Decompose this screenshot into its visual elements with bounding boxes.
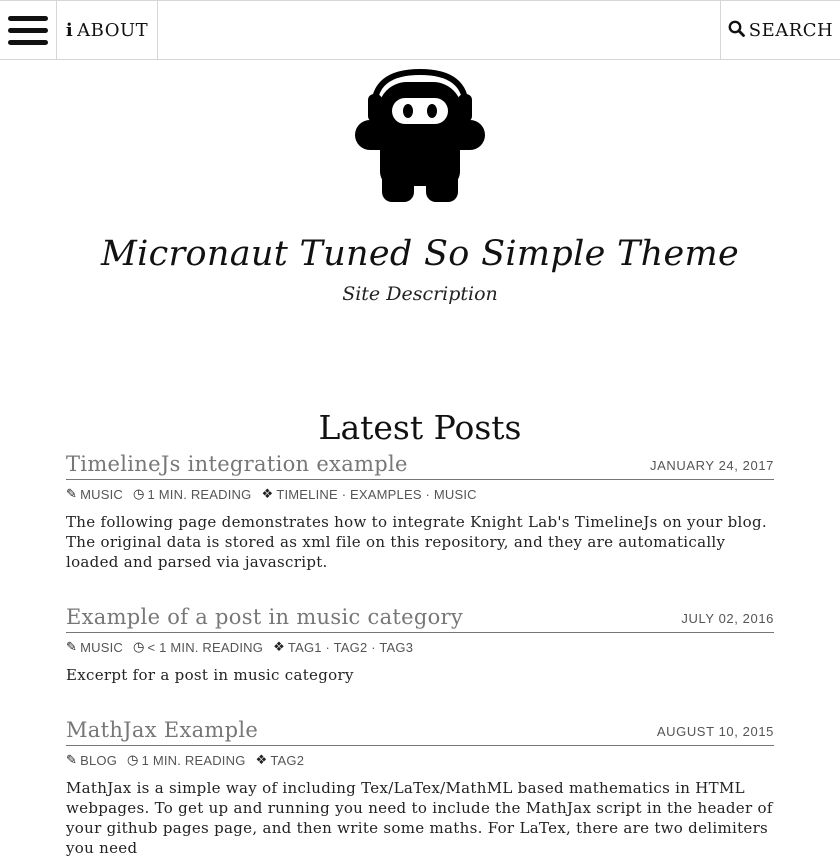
- clock-icon: ◷: [132, 639, 145, 654]
- search-link[interactable]: SEARCH: [720, 1, 840, 60]
- post-excerpt: The following page demonstrates how to i…: [66, 513, 767, 571]
- post-category-link[interactable]: BLOG: [80, 753, 117, 768]
- reading-time: < 1 MIN. READING: [147, 639, 264, 655]
- post-tags[interactable]: TIMELINE · EXAMPLES · MUSIC: [276, 487, 476, 502]
- about-link[interactable]: i ABOUT: [57, 1, 158, 60]
- search-icon: [728, 20, 745, 42]
- edit-icon: ✎: [66, 639, 78, 654]
- post-item: MathJax Example AUGUST 10, 2015 ✎ BLOG ◷…: [66, 718, 774, 858]
- post-date: JANUARY 24, 2017: [649, 458, 774, 473]
- site-logo[interactable]: [354, 68, 486, 204]
- about-label: ABOUT: [77, 20, 149, 41]
- post-header: Example of a post in music category JULY…: [66, 605, 774, 633]
- post-excerpt: Excerpt for a post in music category: [66, 666, 354, 684]
- post-tags[interactable]: TAG2: [270, 753, 304, 768]
- menu-bar: [8, 40, 48, 45]
- site-title[interactable]: Micronaut Tuned So Simple Theme: [0, 234, 840, 274]
- latest-posts-heading: Latest Posts: [318, 408, 522, 447]
- post-title-link[interactable]: TimelineJs integration example: [66, 452, 408, 476]
- clock-icon: ◷: [127, 752, 139, 767]
- post-excerpt: MathJax is a simple way of including Tex…: [66, 779, 773, 857]
- site-description: Site Description: [342, 283, 498, 305]
- post-date: JULY 02, 2016: [681, 611, 774, 626]
- post-item: Example of a post in music category JULY…: [66, 605, 774, 685]
- menu-bar: [8, 28, 48, 33]
- post-item: TimelineJs integration example JANUARY 2…: [66, 452, 774, 572]
- post-category-link[interactable]: MUSIC: [80, 487, 123, 502]
- reading-time: 1 MIN. READING: [147, 486, 252, 502]
- post-category-link[interactable]: MUSIC: [80, 640, 123, 655]
- clock-icon: ◷: [132, 486, 145, 501]
- info-icon: i: [65, 20, 74, 41]
- edit-icon: ✎: [66, 486, 78, 501]
- reading-time: 1 MIN. READING: [141, 752, 246, 768]
- post-header: TimelineJs integration example JANUARY 2…: [66, 452, 774, 480]
- post-title-link[interactable]: MathJax Example: [66, 718, 258, 742]
- tags-icon: ❖: [255, 752, 268, 767]
- post-meta: ✎ MUSIC ◷ 1 MIN. READING ❖ TIMELINE · EX…: [66, 486, 774, 502]
- hamburger-menu-button[interactable]: [0, 1, 57, 60]
- post-tags[interactable]: TAG1 · TAG2 · TAG3: [288, 640, 413, 655]
- edit-icon: ✎: [66, 752, 78, 767]
- tags-icon: ❖: [273, 639, 285, 654]
- post-title-link[interactable]: Example of a post in music category: [66, 605, 463, 629]
- tags-icon: ❖: [261, 486, 274, 501]
- menu-bar: [8, 16, 48, 21]
- post-header: MathJax Example AUGUST 10, 2015: [66, 718, 774, 746]
- top-navigation: i ABOUT SEARCH: [0, 0, 840, 60]
- post-date: AUGUST 10, 2015: [656, 724, 774, 739]
- post-meta: ✎ MUSIC ◷ < 1 MIN. READING ❖ TAG1 · TAG2…: [66, 639, 774, 655]
- search-label: SEARCH: [748, 20, 834, 41]
- post-meta: ✎ BLOG ◷ 1 MIN. READING ❖ TAG2: [66, 752, 774, 768]
